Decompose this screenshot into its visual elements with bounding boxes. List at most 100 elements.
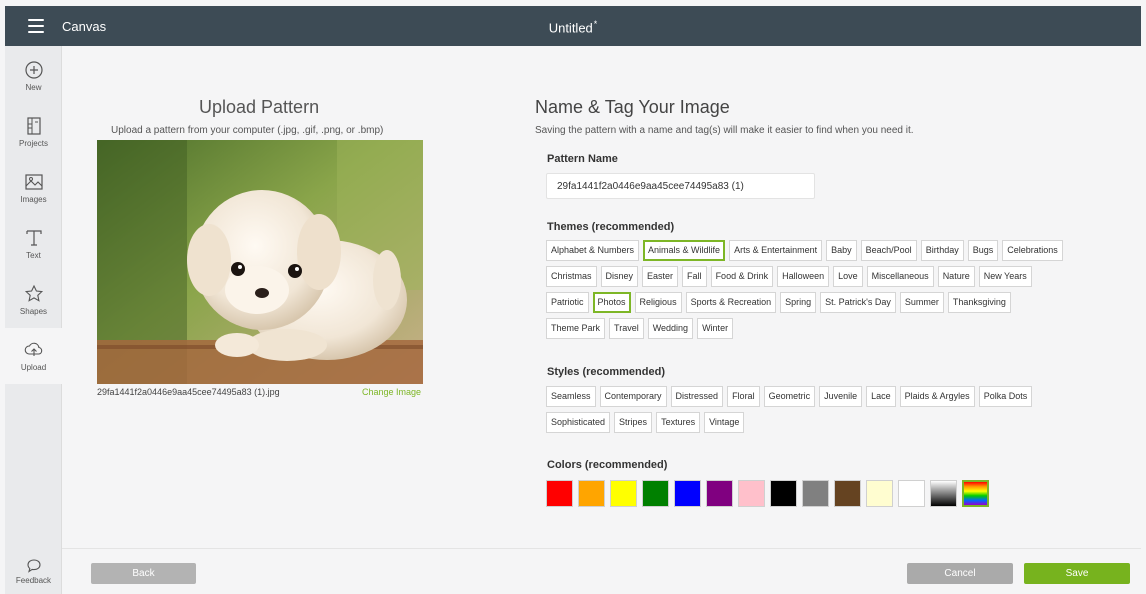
tag-sports-recreation[interactable]: Sports & Recreation bbox=[685, 292, 777, 313]
color-swatch-red[interactable] bbox=[546, 480, 573, 507]
color-swatch-black[interactable] bbox=[770, 480, 797, 507]
tag-plaids-argyles[interactable]: Plaids & Argyles bbox=[899, 386, 975, 407]
tag-halloween[interactable]: Halloween bbox=[777, 266, 830, 287]
pattern-preview-image bbox=[97, 140, 423, 384]
tag-floral[interactable]: Floral bbox=[727, 386, 760, 407]
tag-contemporary[interactable]: Contemporary bbox=[599, 386, 667, 407]
tag-travel[interactable]: Travel bbox=[609, 318, 644, 339]
sidebar-item-label: Shapes bbox=[19, 307, 48, 316]
tag-birthday[interactable]: Birthday bbox=[920, 240, 964, 261]
tag-sophisticated[interactable]: Sophisticated bbox=[546, 412, 611, 433]
tag-textures[interactable]: Textures bbox=[656, 412, 701, 433]
sidebar-item-upload[interactable]: Upload bbox=[5, 328, 62, 384]
back-button[interactable]: Back bbox=[91, 563, 196, 584]
color-swatch-white[interactable] bbox=[898, 480, 925, 507]
tag-wedding[interactable]: Wedding bbox=[647, 318, 694, 339]
tagging-title: Name & Tag Your Image bbox=[535, 97, 730, 117]
upload-icon bbox=[24, 342, 42, 356]
color-swatch-gray[interactable] bbox=[802, 480, 829, 507]
color-swatch-brown[interactable] bbox=[834, 480, 861, 507]
tag-miscellaneous[interactable]: Miscellaneous bbox=[866, 266, 934, 287]
tag-disney[interactable]: Disney bbox=[600, 266, 639, 287]
tag-spring[interactable]: Spring bbox=[780, 292, 817, 313]
tag-baby[interactable]: Baby bbox=[826, 240, 857, 261]
document-title[interactable]: Untitled* bbox=[5, 19, 1141, 35]
tagging-subtitle: Saving the pattern with a name and tag(s… bbox=[535, 125, 914, 136]
shapes-icon bbox=[24, 284, 43, 302]
tag-st-patrick-s-day[interactable]: St. Patrick's Day bbox=[820, 292, 896, 313]
styles-label: Styles (recommended) bbox=[547, 366, 665, 378]
text-icon bbox=[25, 230, 42, 246]
sidebar-item-new[interactable]: New bbox=[5, 48, 62, 104]
color-swatch-pink[interactable] bbox=[738, 480, 765, 507]
tag-lace[interactable]: Lace bbox=[866, 386, 896, 407]
feedback-label: Feedback bbox=[15, 575, 52, 585]
tag-celebrations[interactable]: Celebrations bbox=[1002, 240, 1063, 261]
tag-christmas[interactable]: Christmas bbox=[546, 266, 597, 287]
sidebar-item-label: Text bbox=[26, 251, 41, 260]
sidebar-item-label: New bbox=[25, 83, 42, 92]
tag-alphabet-numbers[interactable]: Alphabet & Numbers bbox=[546, 240, 640, 261]
color-swatch-multicolor[interactable] bbox=[962, 480, 989, 507]
sidebar-item-label: Projects bbox=[19, 139, 48, 148]
colors-label: Colors (recommended) bbox=[547, 459, 668, 471]
image-icon bbox=[24, 174, 43, 190]
tag-polka-dots[interactable]: Polka Dots bbox=[978, 386, 1033, 407]
cancel-button[interactable]: Cancel bbox=[907, 563, 1013, 584]
tag-animals-wildlife[interactable]: Animals & Wildlife bbox=[643, 240, 726, 261]
tag-photos[interactable]: Photos bbox=[592, 292, 631, 313]
upload-title: Upload Pattern bbox=[199, 97, 320, 117]
sidebar-item-text[interactable]: Text bbox=[5, 216, 62, 272]
tag-theme-park[interactable]: Theme Park bbox=[546, 318, 606, 339]
tag-juvenile[interactable]: Juvenile bbox=[819, 386, 863, 407]
tag-winter[interactable]: Winter bbox=[697, 318, 734, 339]
tag-geometric[interactable]: Geometric bbox=[763, 386, 816, 407]
pattern-name-input[interactable] bbox=[546, 173, 815, 199]
color-swatch-group bbox=[546, 480, 994, 507]
tag-patriotic[interactable]: Patriotic bbox=[546, 292, 589, 313]
sidebar-item-shapes[interactable]: Shapes bbox=[5, 272, 62, 328]
tag-row: Alphabet & Numbers Animals & Wildlife Arts… bbox=[546, 240, 1067, 261]
tag-beach-pool[interactable]: Beach/Pool bbox=[860, 240, 917, 261]
tag-arts-entertainment[interactable]: Arts & Entertainment bbox=[729, 240, 823, 261]
tag-easter[interactable]: Easter bbox=[642, 266, 679, 287]
sidebar-item-label: Upload bbox=[20, 363, 47, 372]
tag-thanksgiving[interactable]: Thanksgiving bbox=[947, 292, 1011, 313]
tag-religious[interactable]: Religious bbox=[634, 292, 682, 313]
tag-fall[interactable]: Fall bbox=[682, 266, 707, 287]
tag-distressed[interactable]: Distressed bbox=[670, 386, 724, 407]
tag-row: Christmas Disney Easter Fall Food & Drink Hal… bbox=[546, 266, 1036, 287]
tag-seamless[interactable]: Seamless bbox=[546, 386, 596, 407]
unsaved-marker: * bbox=[593, 19, 598, 29]
tag-row: Sophisticated Stripes Textures Vintage bbox=[546, 412, 748, 433]
sidebar-item-projects[interactable]: Projects bbox=[5, 104, 62, 160]
color-swatch-cream[interactable] bbox=[866, 480, 893, 507]
tag-new-years[interactable]: New Years bbox=[978, 266, 1032, 287]
tag-food-drink[interactable]: Food & Drink bbox=[710, 266, 774, 287]
themes-label: Themes (recommended) bbox=[547, 221, 675, 233]
color-swatch-blue[interactable] bbox=[674, 480, 701, 507]
color-swatch-purple[interactable] bbox=[706, 480, 733, 507]
change-image-link[interactable]: Change Image bbox=[362, 387, 421, 397]
tag-bugs[interactable]: Bugs bbox=[967, 240, 999, 261]
tag-row: Patriotic Photos Religious Sports & Recreat… bbox=[546, 292, 1015, 313]
color-swatch-orange[interactable] bbox=[578, 480, 605, 507]
save-button[interactable]: Save bbox=[1024, 563, 1130, 584]
color-swatch-black-white-gradient[interactable] bbox=[930, 480, 957, 507]
tag-love[interactable]: Love bbox=[833, 266, 863, 287]
plus-circle-icon bbox=[24, 61, 43, 79]
tag-vintage[interactable]: Vintage bbox=[704, 412, 745, 433]
feedback-button[interactable]: Feedback bbox=[5, 548, 62, 594]
top-bar: Canvas Untitled* bbox=[5, 6, 1141, 46]
pattern-name-label: Pattern Name bbox=[547, 153, 618, 165]
tag-stripes[interactable]: Stripes bbox=[614, 412, 653, 433]
tag-summer[interactable]: Summer bbox=[899, 292, 944, 313]
color-swatch-yellow[interactable] bbox=[610, 480, 637, 507]
sidebar-item-images[interactable]: Images bbox=[5, 160, 62, 216]
tag-row: Seamless Contemporary Distressed Floral Geom… bbox=[546, 386, 1036, 407]
uploaded-file-name: 29fa1441f2a0446e9aa45cee74495a83 (1).jpg bbox=[97, 387, 280, 397]
color-swatch-green[interactable] bbox=[642, 480, 669, 507]
sidebar: New Projects Images Text Shapes Upload bbox=[5, 46, 62, 594]
tag-nature[interactable]: Nature bbox=[937, 266, 975, 287]
projects-icon bbox=[26, 117, 41, 135]
